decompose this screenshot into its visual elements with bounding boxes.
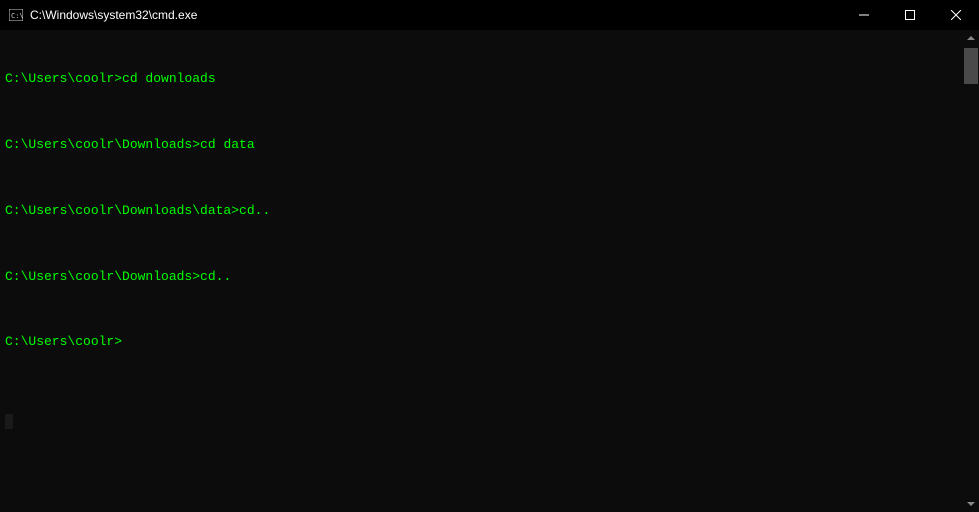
scrollbar[interactable] — [963, 30, 979, 512]
cursor — [5, 414, 13, 429]
titlebar[interactable]: C:\ C:\Windows\system32\cmd.exe — [0, 0, 979, 30]
command: cd downloads — [122, 71, 216, 86]
maximize-button[interactable] — [887, 0, 933, 30]
terminal-line: C:\Users\coolr\Downloads>cd.. — [5, 269, 958, 285]
terminal-area: C:\Users\coolr>cd downloads C:\Users\coo… — [0, 30, 979, 512]
terminal-line: C:\Users\coolr\Downloads>cd data — [5, 137, 958, 153]
prompt: C:\Users\coolr> — [5, 334, 122, 349]
terminal-line: C:\Users\coolr>cd downloads — [5, 71, 958, 87]
prompt: C:\Users\coolr> — [5, 71, 122, 86]
cmd-icon: C:\ — [8, 7, 24, 23]
scroll-up-icon[interactable] — [963, 30, 979, 46]
prompt: C:\Users\coolr\Downloads> — [5, 137, 200, 152]
close-button[interactable] — [933, 0, 979, 30]
scroll-thumb[interactable] — [964, 48, 978, 84]
command: cd.. — [239, 203, 270, 218]
window-controls — [841, 0, 979, 30]
command: cd data — [200, 137, 255, 152]
window-title: C:\Windows\system32\cmd.exe — [30, 8, 841, 22]
minimize-button[interactable] — [841, 0, 887, 30]
svg-text:C:\: C:\ — [11, 12, 23, 20]
command: cd.. — [200, 269, 231, 284]
cursor-row — [5, 414, 958, 429]
terminal-line: C:\Users\coolr> — [5, 334, 958, 350]
scroll-down-icon[interactable] — [963, 496, 979, 512]
terminal-output[interactable]: C:\Users\coolr>cd downloads C:\Users\coo… — [0, 30, 963, 512]
cmd-window: C:\ C:\Windows\system32\cmd.exe C:\Users… — [0, 0, 979, 512]
prompt: C:\Users\coolr\Downloads> — [5, 269, 200, 284]
prompt: C:\Users\coolr\Downloads\data> — [5, 203, 239, 218]
terminal-line: C:\Users\coolr\Downloads\data>cd.. — [5, 203, 958, 219]
